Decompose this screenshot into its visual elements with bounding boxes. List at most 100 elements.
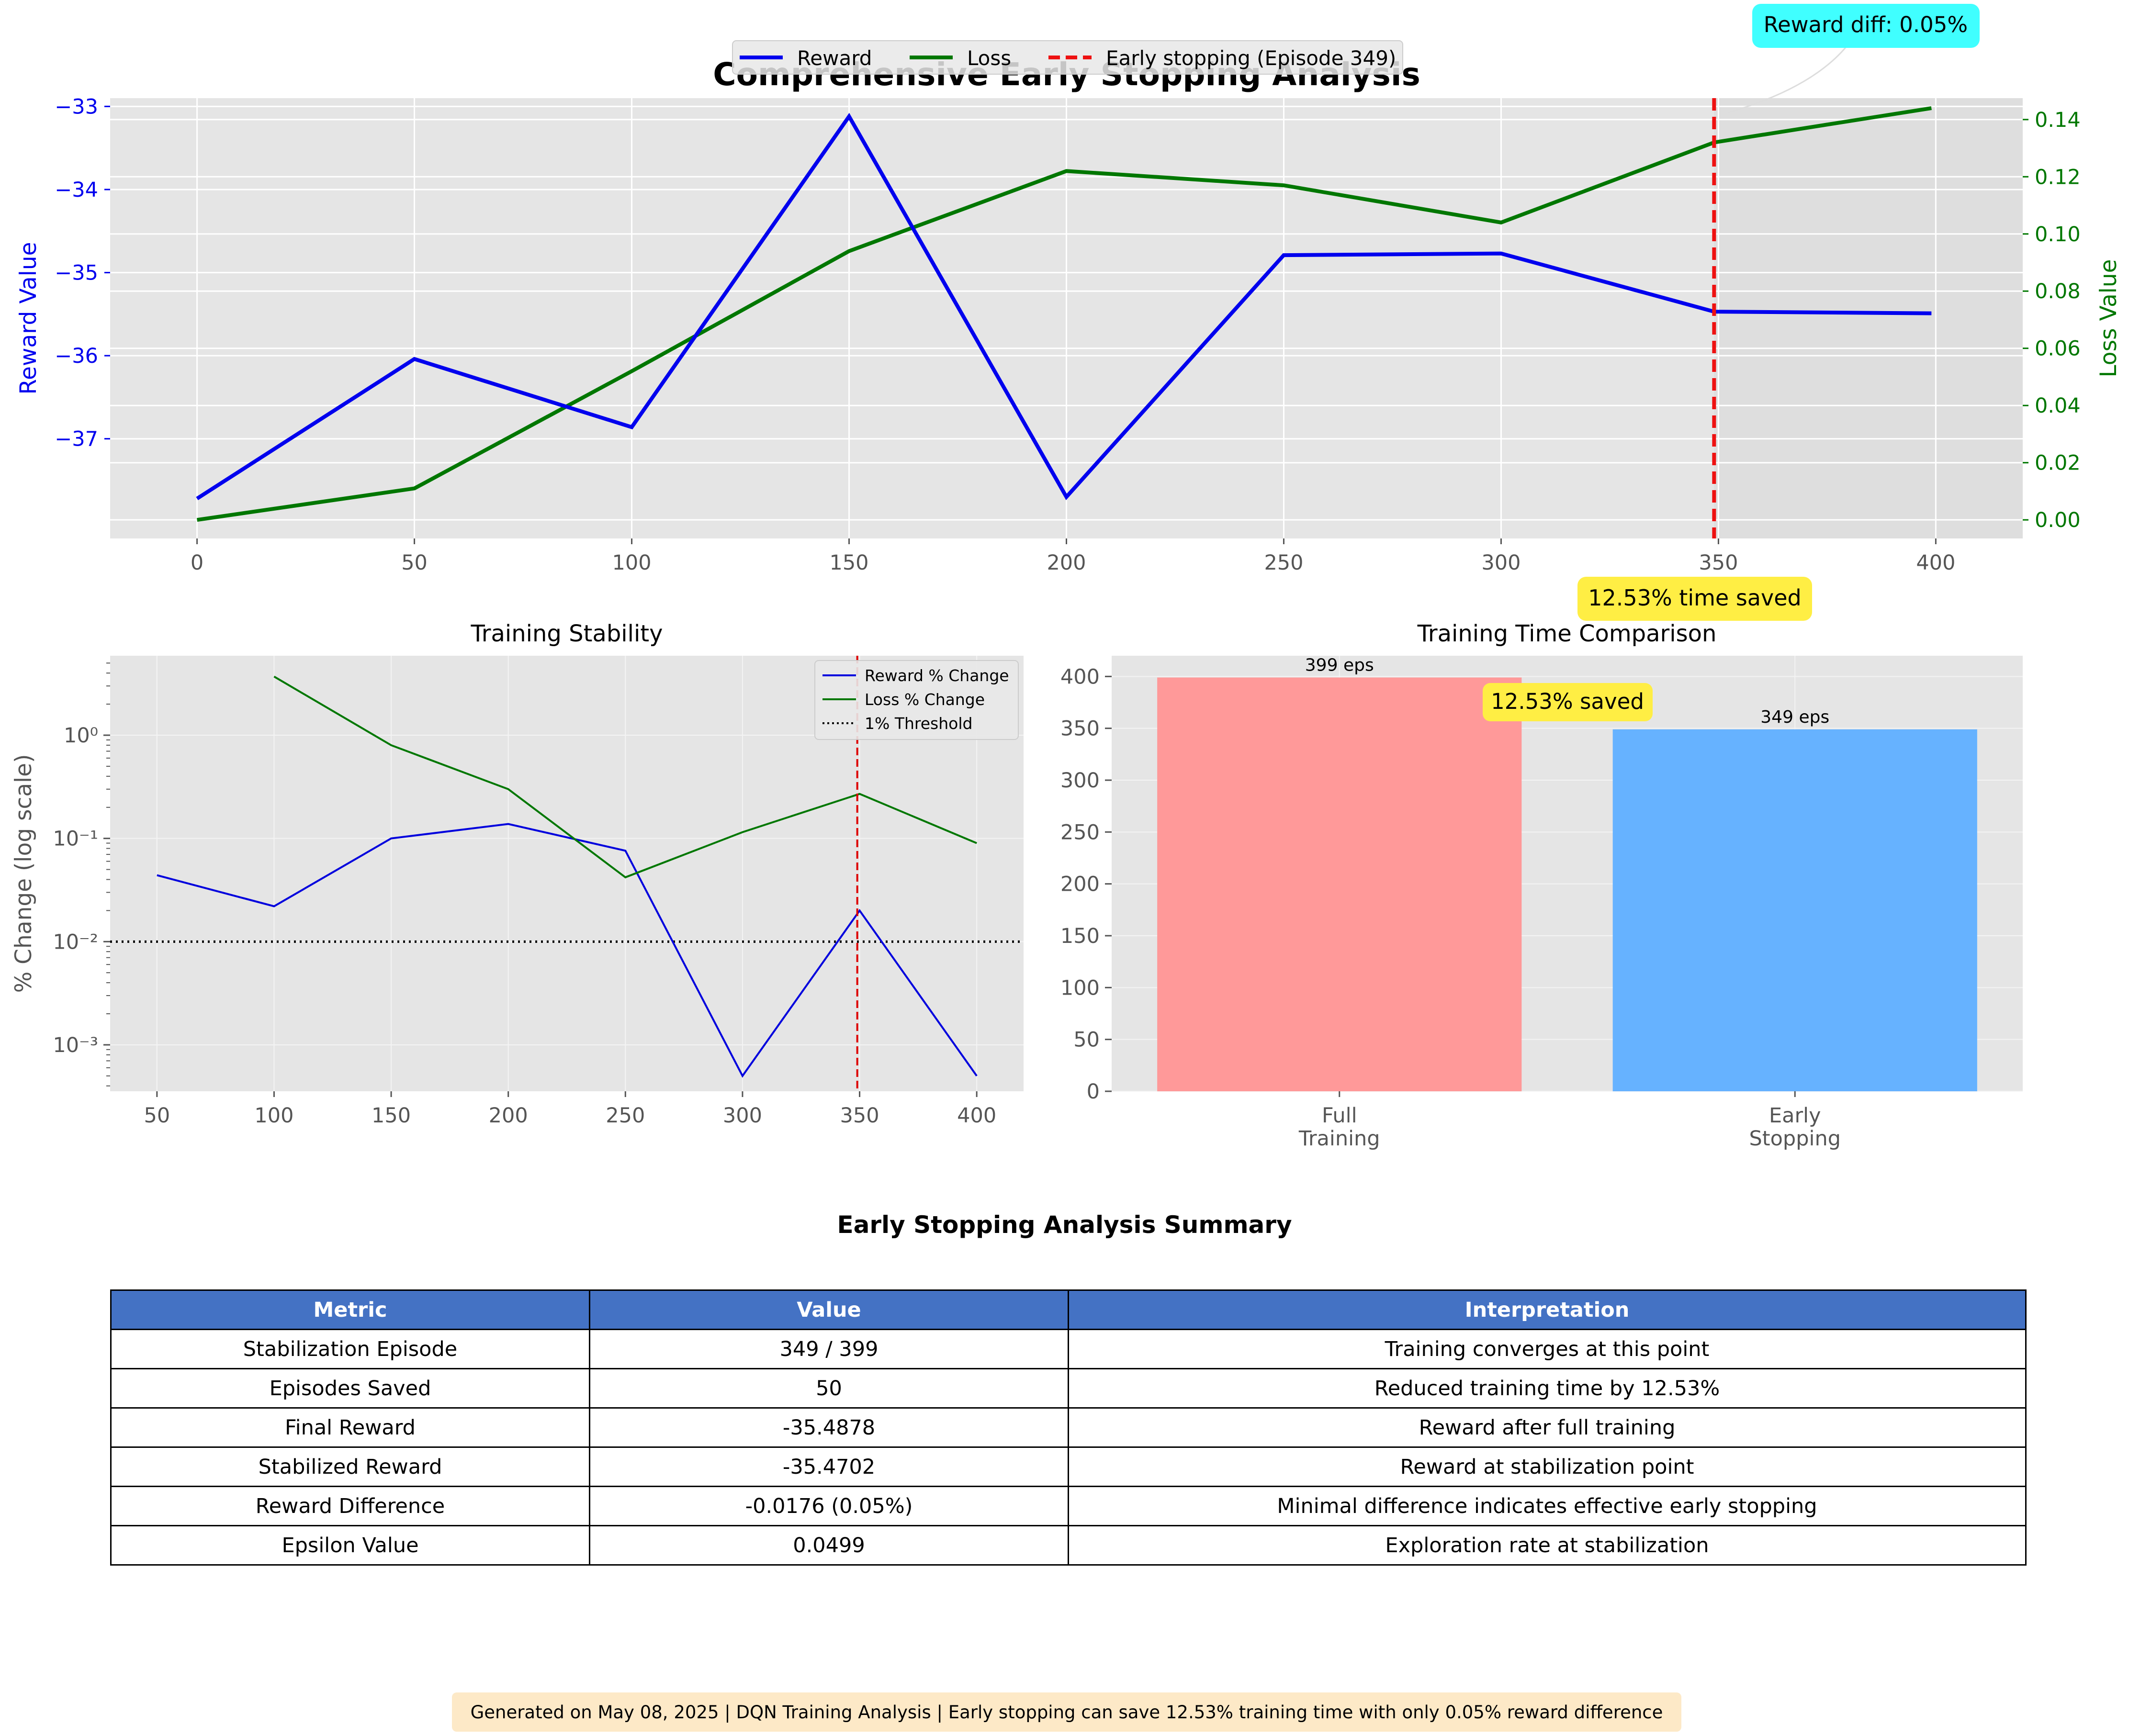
main-x-tick-label: 400 [1916, 551, 1955, 575]
bar-saved-annotation: 12.53% saved [1491, 689, 1644, 714]
bar-y-tick-label: 300 [1060, 769, 1100, 793]
main-y2-tick-label: 0.10 [2035, 223, 2081, 246]
bar-y-tick-label: 150 [1060, 924, 1100, 948]
legend-stopping-label: Early stopping (Episode 349) [1106, 46, 1396, 70]
table-row: Reward Difference -0.0176 (0.05%) Minima… [110, 1486, 2027, 1526]
main-x-tick-label: 300 [1481, 551, 1521, 575]
table-cell: Reward Difference [110, 1486, 590, 1526]
bar-data-label: 399 eps [1305, 656, 1374, 675]
main-y2-axis-label: Loss Value [2095, 259, 2122, 377]
bar-y-tick-label: 200 [1060, 873, 1100, 896]
table-cell: 50 [589, 1368, 1069, 1409]
main-y-tick-label: −34 [55, 178, 98, 202]
main-x-tick-label: 350 [1699, 551, 1738, 575]
early-stopping-bar [1612, 729, 1977, 1091]
bar-chart-title: Training Time Comparison [1417, 620, 1717, 647]
table-row: Epsilon Value 0.0499 Exploration rate at… [110, 1525, 2027, 1566]
stability-y-axis-label: % Change (log scale) [11, 754, 37, 993]
table-cell: -35.4702 [589, 1446, 1069, 1487]
bar-y-tick-label: 400 [1060, 665, 1100, 689]
main-y-tick-label: −37 [55, 427, 98, 451]
table-header-cell: Interpretation [1068, 1289, 2027, 1330]
full-training-bar [1157, 677, 1522, 1091]
stability-legend: Reward % Change Loss % Change 1% Thresho… [814, 660, 1019, 740]
table-cell: Stabilized Reward [110, 1446, 590, 1487]
stability-x-tick-label: 50 [144, 1104, 170, 1128]
time-saved-annotation: 12.53% time saved [1588, 585, 1801, 611]
table-cell: Stabilization Episode [110, 1329, 590, 1369]
stability-y-tick-label: 10⁻³ [53, 1033, 98, 1057]
table-header-row: Metric Value Interpretation [110, 1289, 2027, 1330]
main-y-tick-label: −36 [55, 344, 98, 368]
table-cell: Final Reward [110, 1407, 590, 1448]
bar-chart: 399 eps 349 eps 0 50 100 150 200 250 300 350 400 F… [1060, 620, 2023, 1151]
main-legend: Reward Loss Early stopping (Episode 349) [732, 40, 1403, 75]
stability-x-tick-label: 350 [840, 1104, 879, 1128]
main-y2-tick-label: 0.06 [2035, 337, 2081, 361]
main-y2-tick-label: 0.02 [2035, 451, 2081, 475]
bar-x-tick-label: Full Training [1298, 1104, 1380, 1151]
table-header-cell: Value [589, 1289, 1069, 1330]
bar-x-tick-label: Early Stopping [1749, 1104, 1841, 1151]
main-x-tick-label: 100 [612, 551, 652, 575]
bar-y-tick-label: 250 [1060, 820, 1100, 844]
stability-y-tick-label: 10⁻¹ [53, 827, 98, 851]
main-y2-tick-label: 0.12 [2035, 165, 2081, 189]
legend-threshold-label: 1% Threshold [865, 714, 972, 733]
main-y-tick-label: −33 [55, 95, 98, 119]
stability-x-tick-label: 400 [957, 1104, 996, 1128]
summary-table: Metric Value Interpretation Stabilizatio… [110, 1289, 2027, 1566]
bar-y-tick-label: 50 [1073, 1028, 1100, 1052]
table-row: Stabilization Episode 349 / 399 Training… [110, 1329, 2027, 1369]
stability-x-tick-label: 100 [254, 1104, 293, 1128]
reward-diff-annotation: Reward diff: 0.05% [1764, 12, 1968, 37]
main-chart: 0 50 100 150 200 250 300 350 400 −37 −36 −35 −34 −33 0… [15, 4, 2122, 621]
table-cell: Episodes Saved [110, 1368, 590, 1409]
bar-y-tick-label: 0 [1087, 1080, 1100, 1104]
main-x-tick-label: 200 [1047, 551, 1086, 575]
table-row: Final Reward -35.4878 Reward after full … [110, 1407, 2027, 1448]
legend-loss-label: Loss [967, 46, 1011, 70]
legend-loss-change-label: Loss % Change [865, 690, 985, 709]
bar-y-tick-label: 100 [1060, 976, 1100, 1000]
table-cell: Epsilon Value [110, 1525, 590, 1566]
main-y2-tick-label: 0.00 [2035, 508, 2081, 532]
table-cell: Exploration rate at stabilization [1068, 1525, 2027, 1566]
stability-chart: 50 100 150 200 250 300 350 400 10⁻³ 10⁻² 10⁻¹ 10⁰ T… [11, 620, 1024, 1128]
bar-data-label: 349 eps [1760, 707, 1829, 727]
table-cell: 0.0499 [589, 1525, 1069, 1566]
stability-x-tick-label: 250 [606, 1104, 645, 1128]
main-x-tick-label: 150 [829, 551, 868, 575]
table-cell: 349 / 399 [589, 1329, 1069, 1369]
stability-x-tick-label: 200 [489, 1104, 528, 1128]
bar-y-tick-label: 350 [1060, 717, 1100, 741]
stability-y-tick-label: 10⁻² [53, 930, 98, 954]
main-x-tick-label: 0 [191, 551, 203, 575]
main-y2-tick-label: 0.04 [2035, 394, 2081, 418]
main-stopping-shade [1714, 98, 2023, 538]
table-row: Stabilized Reward -35.4702 Reward at sta… [110, 1446, 2027, 1487]
table-cell: Minimal difference indicates effective e… [1068, 1486, 2027, 1526]
main-y2-tick-label: 0.14 [2035, 108, 2081, 132]
table-row: Episodes Saved 50 Reduced training time … [110, 1368, 2027, 1409]
legend-reward-label: Reward [797, 46, 872, 70]
summary-title: Early Stopping Analysis Summary [837, 1211, 1292, 1239]
table-cell: -35.4878 [589, 1407, 1069, 1448]
table-cell: Reward at stabilization point [1068, 1446, 2027, 1487]
legend-reward-change-label: Reward % Change [865, 666, 1009, 685]
stability-x-tick-label: 150 [372, 1104, 411, 1128]
footer-note: Generated on May 08, 2025 | DQN Training… [452, 1692, 1681, 1732]
table-cell: Reduced training time by 12.53% [1068, 1368, 2027, 1409]
main-x-tick-label: 50 [401, 551, 428, 575]
table-header-cell: Metric [110, 1289, 590, 1330]
table-cell: Reward after full training [1068, 1407, 2027, 1448]
stability-y-tick-label: 10⁰ [64, 724, 98, 748]
stability-x-tick-label: 300 [723, 1104, 762, 1128]
main-y-tick-label: −35 [55, 261, 98, 285]
table-cell: Training converges at this point [1068, 1329, 2027, 1369]
main-x-tick-label: 250 [1264, 551, 1303, 575]
table-cell: -0.0176 (0.05%) [589, 1486, 1069, 1526]
main-y2-tick-label: 0.08 [2035, 280, 2081, 303]
stability-chart-title: Training Stability [470, 620, 663, 647]
main-y-axis-label: Reward Value [15, 242, 42, 394]
